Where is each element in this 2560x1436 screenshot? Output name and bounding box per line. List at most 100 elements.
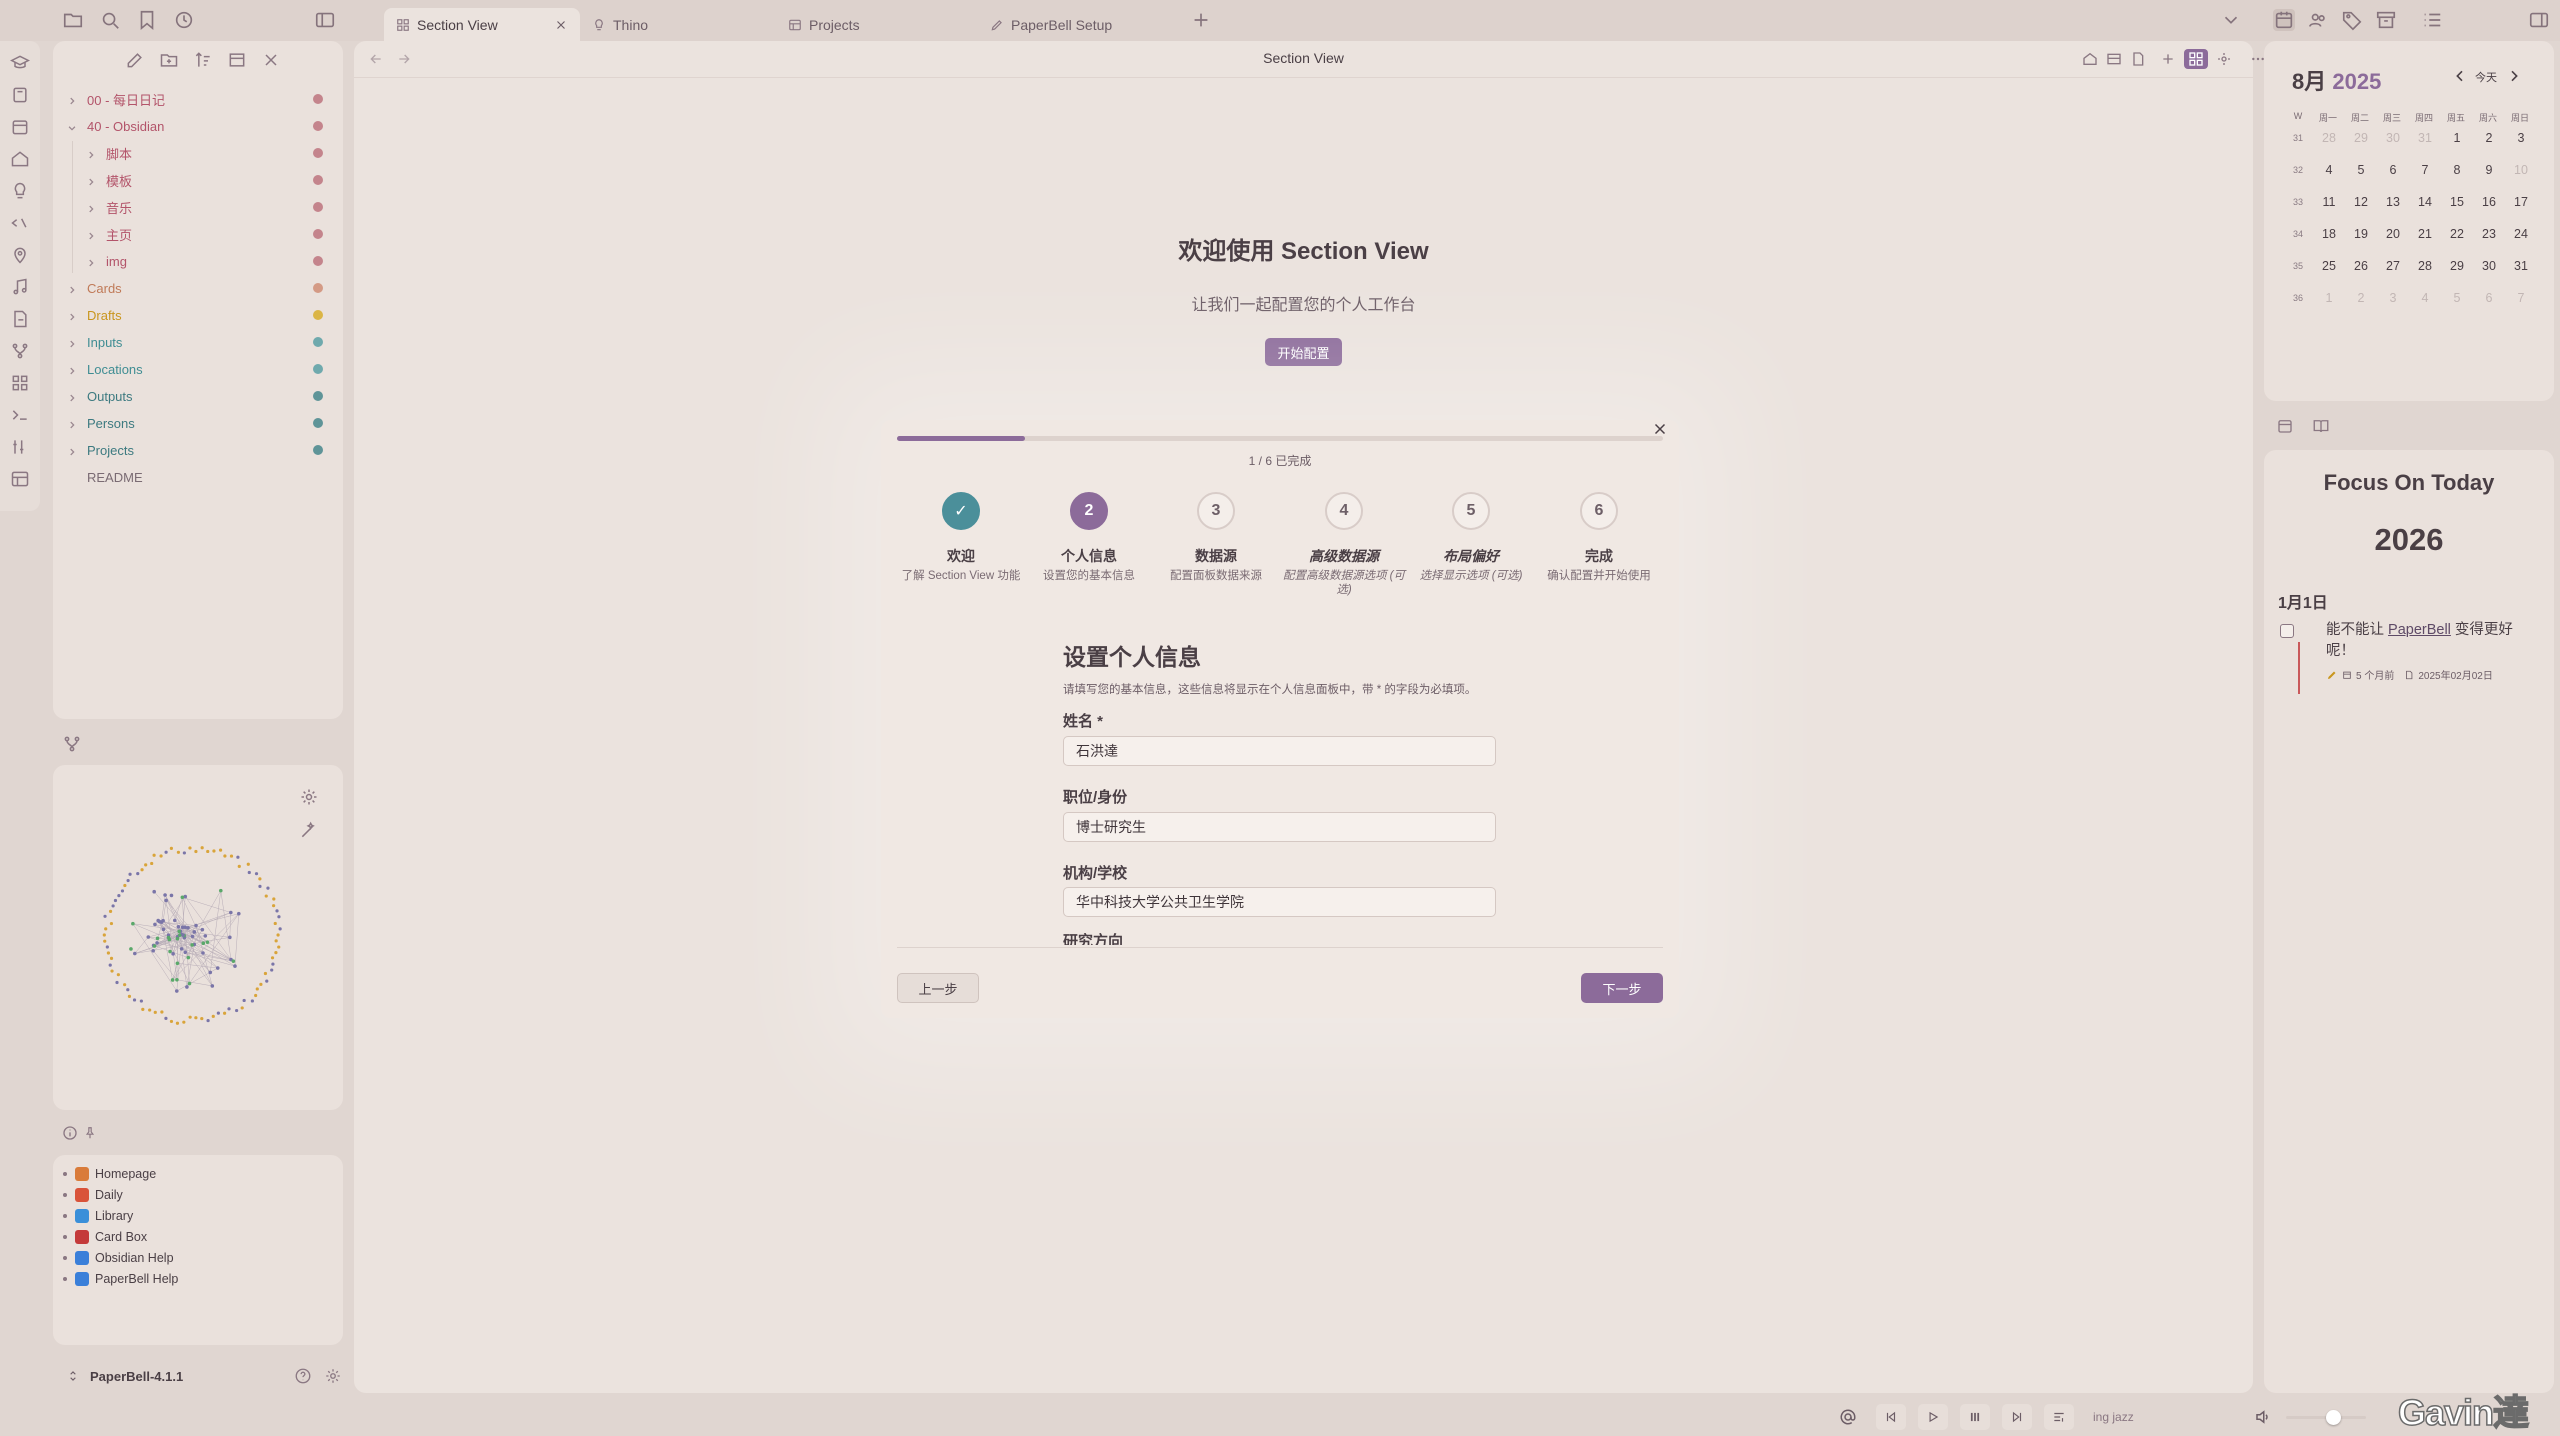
- calendar-day[interactable]: 18: [2316, 227, 2342, 241]
- close-icon[interactable]: [554, 18, 568, 32]
- playlist-button[interactable]: [2044, 1404, 2074, 1430]
- next-track-button[interactable]: [2002, 1404, 2032, 1430]
- info-icon[interactable]: [62, 1125, 78, 1141]
- folder-item[interactable]: Drafts: [53, 303, 343, 327]
- calendar-day[interactable]: 28: [2412, 259, 2438, 273]
- next-step-button[interactable]: 下一步: [1581, 973, 1663, 1003]
- grid-view-icon[interactable]: [2184, 49, 2208, 69]
- name-field[interactable]: 石洪達: [1063, 736, 1496, 766]
- folder-item[interactable]: 模板: [53, 168, 343, 192]
- folder-item[interactable]: Locations: [53, 357, 343, 381]
- help-icon[interactable]: [294, 1367, 312, 1385]
- folder-item[interactable]: Persons: [53, 411, 343, 435]
- calendar-day[interactable]: 17: [2508, 195, 2534, 209]
- folder-item[interactable]: 00 - 每日日记: [53, 87, 343, 111]
- list-icon[interactable]: [2421, 9, 2443, 31]
- book-icon[interactable]: [10, 85, 30, 105]
- file-icon[interactable]: [2130, 51, 2146, 67]
- gear-icon[interactable]: [299, 787, 319, 807]
- calendar-day[interactable]: 5: [2444, 291, 2470, 305]
- layout-grid-icon[interactable]: [10, 373, 30, 393]
- chevron-right-icon[interactable]: [2506, 68, 2522, 84]
- calendar-day[interactable]: 27: [2380, 259, 2406, 273]
- volume-slider[interactable]: [2286, 1410, 2366, 1425]
- calendar-icon[interactable]: [10, 117, 30, 137]
- graph-view-panel[interactable]: [53, 765, 343, 1110]
- new-folder-icon[interactable]: [159, 50, 179, 70]
- calendar-day[interactable]: 24: [2508, 227, 2534, 241]
- calendar-day[interactable]: 3: [2380, 291, 2406, 305]
- git-branch-icon[interactable]: [10, 341, 30, 361]
- chevron-down-icon[interactable]: [2220, 9, 2242, 31]
- calendar-day[interactable]: 5: [2348, 163, 2374, 177]
- graph-branch-icon[interactable]: [62, 734, 82, 754]
- calendar-day[interactable]: 2: [2348, 291, 2374, 305]
- calendar-day[interactable]: 14: [2412, 195, 2438, 209]
- collapse-all-icon[interactable]: [227, 50, 247, 70]
- calendar-day[interactable]: 1: [2316, 291, 2342, 305]
- calendar-day[interactable]: 21: [2412, 227, 2438, 241]
- chevron-left-icon[interactable]: [2452, 68, 2468, 84]
- bookmark-item[interactable]: Library: [63, 1206, 133, 1226]
- file-export-icon[interactable]: [10, 309, 30, 329]
- folder-item[interactable]: 40 - Obsidian: [53, 114, 343, 138]
- task-checkbox[interactable]: [2280, 624, 2294, 638]
- calendar-day[interactable]: 13: [2380, 195, 2406, 209]
- new-tab-plus-icon[interactable]: [1190, 9, 1212, 31]
- bookmark-item[interactable]: Homepage: [63, 1164, 156, 1184]
- settings-gear-icon[interactable]: [324, 1367, 342, 1385]
- calendar-day[interactable]: 2: [2476, 131, 2502, 145]
- start-config-button[interactable]: 开始配置: [1265, 338, 1342, 366]
- calendar-view-icon[interactable]: [2273, 9, 2295, 31]
- calendar-icon[interactable]: [2276, 417, 2294, 435]
- map-pin-icon[interactable]: [10, 245, 30, 265]
- folder-item[interactable]: Inputs: [53, 330, 343, 354]
- close-icon[interactable]: [261, 50, 281, 70]
- folder-item[interactable]: 音乐: [53, 195, 343, 219]
- previous-track-button[interactable]: [1876, 1404, 1906, 1430]
- tab-projects[interactable]: Projects: [776, 8, 972, 41]
- code-percent-icon[interactable]: [10, 213, 30, 233]
- calendar-day[interactable]: 30: [2476, 259, 2502, 273]
- people-icon[interactable]: [2307, 9, 2329, 31]
- archive-icon[interactable]: [2375, 9, 2397, 31]
- calendar-day[interactable]: 20: [2380, 227, 2406, 241]
- tab-thino[interactable]: Thino: [580, 8, 776, 41]
- calendar-day[interactable]: 1: [2444, 131, 2470, 145]
- bookmark-item[interactable]: Obsidian Help: [63, 1248, 174, 1268]
- calendar-day[interactable]: 6: [2476, 291, 2502, 305]
- bookmark-item[interactable]: Card Box: [63, 1227, 147, 1247]
- calendar-day[interactable]: 9: [2476, 163, 2502, 177]
- tab-section-view[interactable]: Section View: [384, 8, 580, 41]
- folder-item[interactable]: README: [53, 465, 343, 489]
- folder-item[interactable]: img: [53, 249, 343, 273]
- calendar-day[interactable]: 28: [2316, 131, 2342, 145]
- bookmark-icon[interactable]: [136, 9, 158, 31]
- position-field[interactable]: 博士研究生: [1063, 812, 1496, 842]
- clock-icon[interactable]: [173, 9, 195, 31]
- calendar-day[interactable]: 10: [2508, 163, 2534, 177]
- music-icon[interactable]: [10, 277, 30, 297]
- pin-icon[interactable]: [83, 1125, 97, 1141]
- calendar-day[interactable]: 11: [2316, 195, 2342, 209]
- lightbulb-icon[interactable]: [10, 181, 30, 201]
- folder-item[interactable]: Cards: [53, 276, 343, 300]
- calendar-day[interactable]: 19: [2348, 227, 2374, 241]
- calendar-day[interactable]: 22: [2444, 227, 2470, 241]
- graduation-cap-icon[interactable]: [10, 53, 30, 73]
- calendar-day[interactable]: 6: [2380, 163, 2406, 177]
- sidebar-toggle-icon[interactable]: [314, 9, 336, 31]
- new-note-icon[interactable]: [125, 50, 145, 70]
- folder-item[interactable]: 主页: [53, 222, 343, 246]
- prev-step-button[interactable]: 上一步: [897, 973, 979, 1003]
- folder-item[interactable]: Projects: [53, 438, 343, 462]
- plus-icon[interactable]: [2160, 51, 2176, 67]
- volume-icon[interactable]: [2254, 1408, 2272, 1426]
- at-sign-icon[interactable]: [1839, 1408, 1857, 1426]
- calendar-day[interactable]: 15: [2444, 195, 2470, 209]
- folder-item[interactable]: Outputs: [53, 384, 343, 408]
- stop-button[interactable]: [1960, 1404, 1990, 1430]
- home-icon[interactable]: [10, 149, 30, 169]
- gear-icon[interactable]: [2216, 51, 2232, 67]
- volume-slider-thumb[interactable]: [2326, 1410, 2341, 1425]
